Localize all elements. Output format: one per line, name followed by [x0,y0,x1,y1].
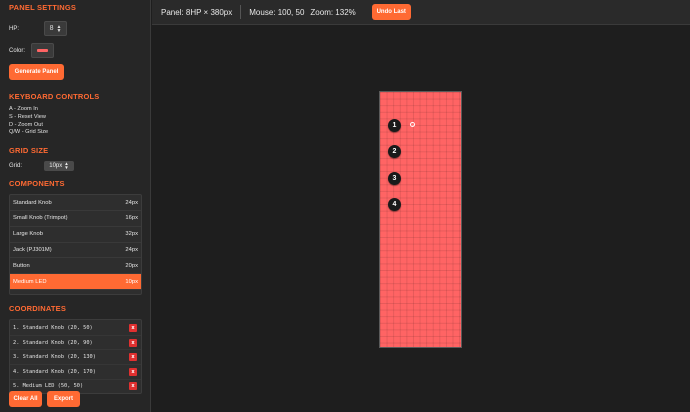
color-picker[interactable] [31,43,54,58]
knob-marker[interactable]: 1 [388,119,401,132]
delete-button[interactable]: x [129,353,137,362]
delete-button[interactable]: x [129,338,137,347]
zoom-info: Zoom: 132% [310,7,356,17]
component-item[interactable]: Standard Knob 24px [10,195,141,211]
coordinate-item: 2. Standard Knob (20, 90) x [10,336,141,351]
spinner-icon[interactable]: ▲ ▼ [56,24,61,33]
grid-size-select[interactable]: 10px ▲ ▼ [44,160,74,171]
panel-info: Panel: 8HP × 380px [161,7,233,17]
hp-value: 8 [49,25,54,32]
panel-preview[interactable]: 1 5 2 3 4 [379,91,462,348]
delete-button[interactable]: x [129,367,137,376]
bottom-actions: Clear All Export [9,391,80,407]
grid-label: Grid: [9,162,23,169]
component-size: 10px [125,278,138,285]
coordinate-text: 3. Standard Knob (20, 130) [13,354,96,361]
coordinate-text: 1. Standard Knob (20, 50) [13,324,93,331]
component-item[interactable]: Large Knob 32px [10,227,141,243]
mouse-info: Mouse: 100, 50 [249,7,305,17]
coordinate-text: 5. Medium LED (50, 50) [13,383,84,390]
keyboard-item: S - Reset View [9,113,46,120]
knob-marker[interactable]: 3 [388,172,401,185]
components-title: COMPONENTS [9,179,65,189]
grid-row: Grid: 10px ▲ ▼ [9,160,141,171]
color-swatch [37,49,48,52]
grid-size-value: 10px [49,162,63,169]
generate-panel-button[interactable]: Generate Panel [9,64,64,80]
grid-size-title: GRID SIZE [9,146,49,156]
coordinate-item: 4. Standard Knob (20, 170) x [10,365,141,380]
clear-all-button[interactable]: Clear All [9,391,42,407]
delete-button[interactable]: x [129,323,137,332]
keyboard-controls-title: KEYBOARD CONTROLS [9,92,100,101]
sidebar: PANEL SETTINGS HP: 8 ▲ ▼ Color: Generate … [0,0,151,412]
panel-settings-title: PANEL SETTINGS [9,3,77,12]
led-marker[interactable]: 5 [410,122,415,127]
component-name: Medium LED [13,278,47,285]
divider [240,5,242,19]
keyboard-item: A - Zoom In [9,106,38,112]
hp-label: HP: [9,25,20,32]
component-name: Small Knob (Trimpot) [13,215,68,222]
components-list[interactable]: Standard Knob 24px Small Knob (Trimpot) … [9,194,142,296]
coordinate-item: 3. Standard Knob (20, 130) x [10,350,141,365]
knob-marker[interactable]: 2 [388,145,401,158]
coordinates-title: COORDINATES [9,304,67,314]
component-name: Standard Knob [13,199,52,206]
coordinate-text: 2. Standard Knob (20, 90) [13,339,93,346]
coordinate-text: 4. Standard Knob (20, 170) [13,368,96,375]
component-name: Jack (PJ301M) [13,246,52,253]
hp-input[interactable]: 8 ▲ ▼ [44,21,67,36]
design-canvas[interactable]: 1 5 2 3 4 [152,26,690,412]
component-item[interactable]: Button 20px [10,258,141,275]
chevron-updown-icon: ▲ ▼ [64,160,69,170]
color-label: Color: [9,47,26,54]
hp-row: HP: 8 ▲ ▼ [9,21,141,36]
component-size: 20px [125,262,138,269]
keyboard-controls-list: A - Zoom In S - Reset View D - Zoom Out … [9,106,141,137]
coordinate-item: 1. Standard Knob (20, 50) x [10,321,141,336]
component-size: 32px [125,231,138,238]
component-item[interactable]: Jack (PJ301M) 24px [10,243,141,259]
component-item[interactable]: Small Knob (Trimpot) 16px [10,211,141,227]
undo-last-button[interactable]: Undo Last [371,4,411,20]
keyboard-item: Q/W - Grid Size [9,129,49,136]
component-name: Button [13,262,30,269]
color-row: Color: [9,43,141,58]
component-name: Large Knob [13,231,43,238]
coordinates-list: 1. Standard Knob (20, 50) x 2. Standard … [9,319,142,395]
keyboard-item: D - Zoom Out [9,121,43,128]
knob-marker[interactable]: 4 [388,198,401,211]
delete-button[interactable]: x [129,382,137,391]
component-size: 24px [125,246,138,253]
component-size: 16px [125,215,138,222]
export-button[interactable]: Export [47,391,80,407]
component-item-selected[interactable]: Medium LED 10px [10,274,141,290]
component-size: 24px [125,199,138,206]
top-status-bar: Panel: 8HP × 380px Mouse: 100, 50 Zoom: … [152,0,690,25]
